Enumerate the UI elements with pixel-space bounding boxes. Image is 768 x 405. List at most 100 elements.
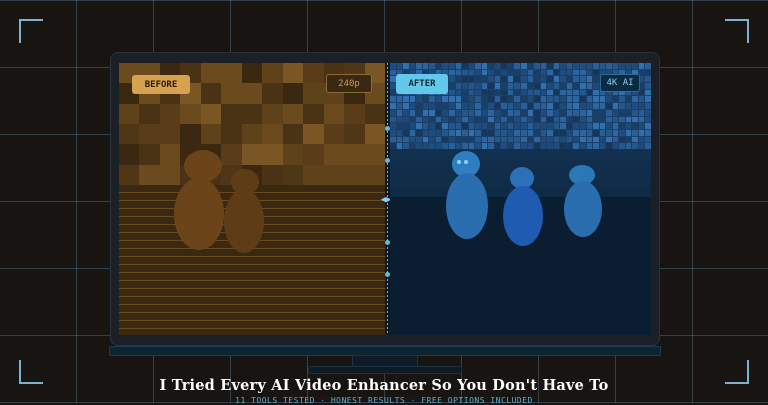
pixel-block	[488, 116, 494, 123]
pixel-block	[494, 103, 501, 109]
pixel-block	[645, 129, 651, 136]
headline-title: I Tried Every AI Video Enhancer So You D…	[159, 377, 609, 394]
pixel-block	[566, 83, 573, 89]
pixel-block	[303, 144, 324, 165]
pixel-block	[282, 164, 304, 185]
pixel-block	[422, 136, 429, 143]
after-quality-badge: 4K AI	[600, 74, 640, 92]
pixel-block	[534, 63, 540, 69]
pixel-block	[579, 123, 586, 129]
pixel-block	[390, 83, 396, 89]
pixel-block	[323, 124, 345, 145]
pixel-block	[455, 123, 462, 129]
pixel-block	[481, 69, 488, 76]
pixel-block	[514, 83, 520, 89]
pixel-block	[625, 109, 632, 116]
pixel-block	[481, 83, 488, 89]
pixel-block	[416, 116, 422, 123]
pixel-block	[645, 89, 651, 96]
pixel-block	[303, 63, 324, 84]
pixel-block	[566, 63, 573, 69]
pixel-block	[390, 96, 396, 103]
pixel-block	[180, 124, 201, 145]
pixel-block	[481, 109, 488, 116]
pixel-block	[488, 69, 494, 76]
pixel-block	[606, 103, 612, 109]
pixel-block	[619, 136, 625, 143]
pixel-block	[409, 136, 416, 143]
pixel-block	[638, 69, 645, 76]
pixel-block	[462, 83, 468, 89]
pixel-block	[409, 123, 416, 129]
pixel-block	[442, 129, 448, 136]
pixel-block	[344, 124, 365, 145]
pixel-block	[409, 109, 416, 116]
pixel-block	[540, 136, 547, 143]
figure-body-large	[174, 178, 224, 250]
pixel-block	[521, 76, 527, 83]
pixel-block	[540, 76, 547, 83]
pixel-block	[475, 129, 481, 136]
pixel-block	[540, 89, 547, 96]
pixel-block	[547, 103, 553, 109]
pixel-block	[619, 63, 625, 69]
pixel-block	[619, 123, 625, 129]
pixel-block	[159, 103, 181, 124]
pixel-block	[262, 103, 283, 124]
pixel-block	[262, 124, 283, 145]
pixel-block	[403, 136, 409, 143]
pixel-block	[547, 136, 553, 143]
pixel-block	[262, 164, 283, 185]
pixel-block	[566, 136, 573, 143]
pixel-block	[468, 136, 475, 143]
pixel-block	[599, 63, 606, 69]
pixel-block	[612, 63, 619, 69]
pixel-block	[560, 63, 566, 69]
pixel-block	[455, 69, 462, 76]
pixel-block	[560, 116, 566, 123]
pixel-block	[612, 116, 619, 123]
pixel-block	[475, 109, 481, 116]
pixel-block	[586, 136, 593, 143]
pixel-block	[625, 123, 632, 129]
pixel-block	[241, 63, 263, 84]
pixel-block	[645, 63, 651, 69]
pixel-block	[527, 96, 534, 103]
pixel-block	[540, 109, 547, 116]
pixel-block	[638, 136, 645, 143]
pixel-block	[416, 123, 422, 129]
pixel-block	[416, 63, 422, 69]
pixel-block	[455, 96, 462, 103]
pixel-block	[625, 103, 632, 109]
pixel-block	[534, 76, 540, 83]
pixel-block	[593, 136, 599, 143]
pixel-block	[501, 109, 507, 116]
pixel-block	[475, 123, 481, 129]
figure-body-small	[224, 189, 264, 253]
after-panel: AFTER 4K AI	[390, 63, 651, 335]
pixel-block	[200, 124, 222, 145]
pixel-block	[468, 103, 475, 109]
pixel-block	[560, 76, 566, 83]
pixel-block	[560, 103, 566, 109]
pixel-block	[442, 136, 448, 143]
pixel-block	[625, 136, 632, 143]
pixel-block	[435, 96, 442, 103]
pixel-block	[619, 129, 625, 136]
pixel-block	[560, 83, 566, 89]
pixel-block	[501, 89, 507, 96]
pixel-block	[282, 83, 304, 104]
pixel-block	[435, 63, 442, 69]
pixel-block	[241, 103, 263, 124]
pixel-block	[586, 109, 593, 116]
pixel-block	[501, 116, 507, 123]
pixel-block	[593, 69, 599, 76]
pixel-block	[560, 69, 566, 76]
before-panel: BEFORE 240p	[119, 63, 385, 335]
pixel-block	[579, 96, 586, 103]
pixel-block	[303, 164, 324, 185]
pixel-block	[119, 164, 140, 185]
pixel-block	[527, 83, 534, 89]
pixel-block	[606, 96, 612, 103]
pixel-block	[468, 129, 475, 136]
